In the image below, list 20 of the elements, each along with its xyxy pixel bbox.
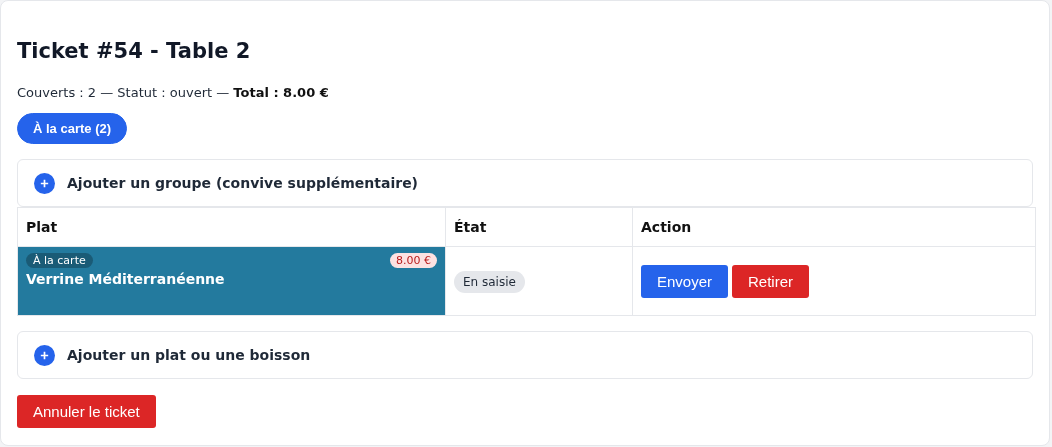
action-button[interactable]: Retirer <box>732 264 810 298</box>
add-group-label: Ajouter un groupe (convive supplémentaire) <box>67 175 419 191</box>
plus-icon <box>34 344 55 366</box>
dish-name: Verrine Méditerranéenne <box>26 271 226 287</box>
group-tab[interactable]: À la carte (2) <box>17 113 128 144</box>
dish-cell[interactable]: À la carte 8.00 € Verrine Méditerranéenne <box>17 246 446 316</box>
ticket-summary: Couverts : 2 — Statut : ouvert — Total : 8.00 € <box>17 85 330 100</box>
action-button[interactable]: Envoyer <box>641 264 729 298</box>
category-tag: À la carte <box>26 253 93 268</box>
cancel-ticket-button[interactable]: Annuler le ticket <box>17 395 156 428</box>
column-header: Plat <box>17 207 446 247</box>
status-badge: En saisie <box>454 271 525 293</box>
add-item-label: Ajouter un plat ou une boisson <box>67 347 311 363</box>
add-item-panel[interactable]: Ajouter un plat ou une boisson <box>17 331 1033 379</box>
add-group-panel[interactable]: Ajouter un groupe (convive supplémentaire) <box>17 159 1033 207</box>
plus-icon <box>34 172 55 194</box>
column-header: État <box>445 207 633 247</box>
ticket-title: Ticket #54 - Table 2 <box>17 39 252 63</box>
price-badge: 8.00 € <box>390 253 437 268</box>
column-header: Action <box>632 207 1036 247</box>
